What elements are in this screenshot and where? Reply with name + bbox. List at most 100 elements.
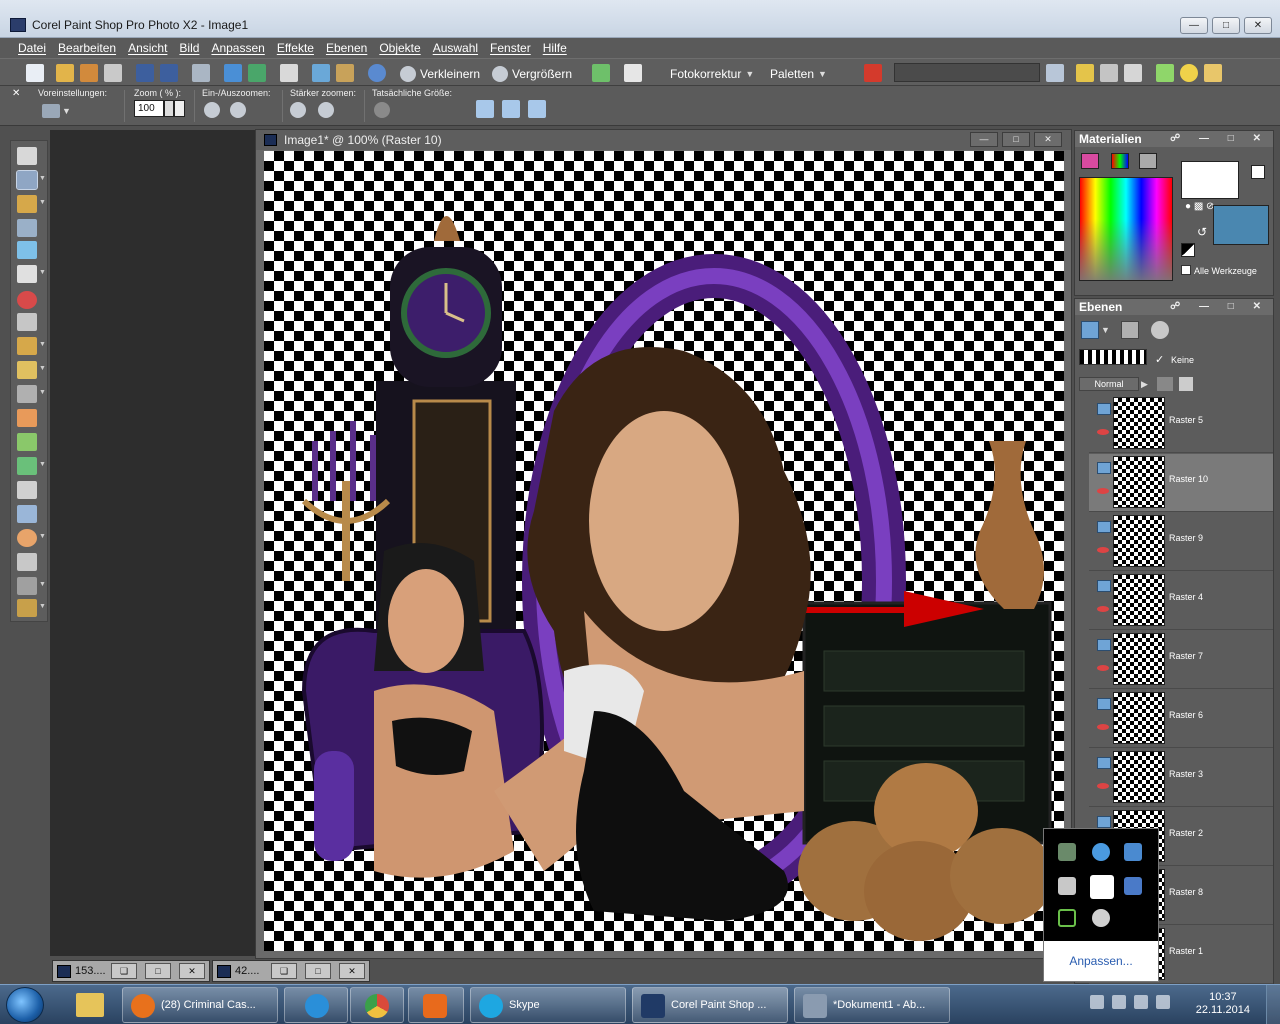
- redo-icon[interactable]: [248, 64, 266, 82]
- draw-tool-icon[interactable]: [17, 553, 37, 571]
- layer-row[interactable]: Raster 9: [1089, 513, 1273, 571]
- taskbar-explorer[interactable]: [70, 989, 110, 1021]
- show-desktop-button[interactable]: [1266, 985, 1280, 1024]
- red-eye-tool-icon[interactable]: [17, 291, 37, 309]
- straighten-tool-icon[interactable]: [17, 219, 37, 237]
- close-button[interactable]: ✕: [1244, 17, 1272, 34]
- clone-tool-icon[interactable]: [17, 313, 37, 331]
- background-swatch[interactable]: [1213, 205, 1269, 245]
- menu-effekte[interactable]: Effekte: [271, 41, 320, 55]
- minimize-button[interactable]: —: [1180, 17, 1208, 34]
- menu-fenster[interactable]: Fenster: [484, 41, 537, 55]
- smudge-tool-icon[interactable]: [17, 409, 37, 427]
- menu-ansicht[interactable]: Ansicht: [122, 41, 173, 55]
- taskbar-firefox[interactable]: (28) Criminal Cas...: [122, 987, 278, 1023]
- my-yahoo-icon[interactable]: [1076, 64, 1094, 82]
- paint-brush-tool-icon[interactable]: [17, 361, 37, 379]
- taskbar-chrome[interactable]: [350, 987, 404, 1023]
- new-layer-icon[interactable]: [1081, 321, 1099, 339]
- visibility-eye-icon[interactable]: [1097, 547, 1109, 553]
- menu-bearbeiten[interactable]: Bearbeiten: [52, 41, 122, 55]
- camera-icon[interactable]: [1100, 64, 1118, 82]
- minimized-document[interactable]: 42.... ❏ □ ✕: [212, 960, 370, 982]
- tray-volume-icon[interactable]: [1156, 995, 1170, 1009]
- menu-datei[interactable]: Datei: [12, 41, 52, 55]
- more-zoom-out-icon[interactable]: [318, 102, 334, 118]
- layer-row[interactable]: Raster 10: [1089, 454, 1273, 512]
- zoom-out-button[interactable]: Verkleinern: [400, 65, 480, 83]
- image-icon[interactable]: [592, 64, 610, 82]
- swatches-tab-icon[interactable]: [1139, 153, 1157, 169]
- layer-row[interactable]: Raster 5: [1089, 395, 1273, 453]
- picture-tube-tool-icon[interactable]: [17, 599, 37, 617]
- paste-icon[interactable]: [336, 64, 354, 82]
- layer-row[interactable]: Raster 6: [1089, 690, 1273, 748]
- tray-app-icon[interactable]: [1090, 875, 1114, 899]
- color-replacer-tool-icon[interactable]: [17, 433, 37, 451]
- small-swatch-icon[interactable]: [1251, 165, 1265, 179]
- save-as-icon[interactable]: [160, 64, 178, 82]
- visibility-eye-icon[interactable]: [1097, 665, 1109, 671]
- delete-layer-icon[interactable]: [1121, 321, 1139, 339]
- close-options-icon[interactable]: ✕: [12, 88, 20, 99]
- undo-icon[interactable]: [224, 64, 242, 82]
- full-screen-icon[interactable]: [528, 100, 546, 118]
- info-icon[interactable]: [368, 64, 386, 82]
- frame-tab-icon[interactable]: [1081, 153, 1099, 169]
- image-canvas[interactable]: [264, 151, 1064, 951]
- menu-anpassen[interactable]: Anpassen: [205, 41, 270, 55]
- palettes-dropdown[interactable]: Paletten ▼: [770, 65, 827, 83]
- menu-hilfe[interactable]: Hilfe: [537, 41, 573, 55]
- pen-tool-icon[interactable]: [17, 385, 37, 403]
- minimized-document[interactable]: 153.... ❏ □ ✕: [52, 960, 210, 982]
- default-colors-icon[interactable]: [1181, 243, 1195, 257]
- copy-icon[interactable]: [312, 64, 330, 82]
- tray-app-icon[interactable]: [1124, 877, 1142, 895]
- layers-header[interactable]: Ebenen ☍ — □ ✕: [1075, 299, 1273, 315]
- visibility-eye-icon[interactable]: [1097, 783, 1109, 789]
- foreground-swatch[interactable]: [1181, 161, 1239, 199]
- photo-fix-dropdown[interactable]: Fotokorrektur ▼: [670, 65, 754, 83]
- visibility-eye-icon[interactable]: [1097, 606, 1109, 612]
- zoom-input[interactable]: 100: [134, 100, 164, 117]
- blend-mode-caret[interactable]: ▶: [1141, 379, 1148, 390]
- mail-icon[interactable]: [1204, 64, 1222, 82]
- close-button[interactable]: ✕: [339, 963, 365, 979]
- menu-bild[interactable]: Bild: [173, 41, 205, 55]
- tray-flag-icon[interactable]: [1112, 995, 1126, 1009]
- color-spectrum[interactable]: [1079, 177, 1173, 281]
- tray-app-icon[interactable]: [1092, 843, 1110, 861]
- eraser-icon[interactable]: [1124, 64, 1142, 82]
- panel-buttons[interactable]: ☍ — □ ✕: [1170, 299, 1269, 315]
- dodge-tool-icon[interactable]: [17, 337, 37, 355]
- restore-button[interactable]: ❏: [271, 963, 297, 979]
- move-tool-icon[interactable]: [16, 170, 38, 190]
- link-icon[interactable]: [1179, 377, 1193, 391]
- more-zoom-in-icon[interactable]: [290, 102, 306, 118]
- new-file-icon[interactable]: [26, 64, 44, 82]
- start-button[interactable]: [6, 987, 44, 1023]
- layer-properties-icon[interactable]: [1151, 321, 1169, 339]
- maximize-button[interactable]: □: [305, 963, 331, 979]
- visibility-eye-icon[interactable]: [1097, 724, 1109, 730]
- selection-tool-icon[interactable]: [17, 265, 37, 283]
- zoom-out-small-icon[interactable]: [230, 102, 246, 118]
- zoom-in-button[interactable]: Vergrößern: [492, 65, 572, 83]
- menu-objekte[interactable]: Objekte: [373, 41, 426, 55]
- tray-app-icon[interactable]: [1058, 843, 1076, 861]
- panel-buttons[interactable]: ☍ — □ ✕: [1170, 131, 1269, 147]
- layer-row[interactable]: Raster 3: [1089, 749, 1273, 807]
- all-tools-checkbox[interactable]: Alle Werkzeuge: [1181, 265, 1257, 276]
- flood-fill-tool-icon[interactable]: [17, 457, 37, 475]
- save-icon[interactable]: [136, 64, 154, 82]
- tray-app-icon[interactable]: [1058, 909, 1076, 927]
- maximize-button[interactable]: □: [145, 963, 171, 979]
- close-button[interactable]: ✕: [179, 963, 205, 979]
- restore-button[interactable]: ❏: [111, 963, 137, 979]
- materials-header[interactable]: Materialien ☍ — □ ✕: [1075, 131, 1273, 147]
- tray-network-icon[interactable]: [1134, 995, 1148, 1009]
- text-tool-icon[interactable]: [17, 505, 37, 523]
- taskbar-mail[interactable]: [408, 987, 464, 1023]
- pick-tool-icon[interactable]: [17, 195, 37, 213]
- shape-tool-icon[interactable]: [17, 529, 37, 547]
